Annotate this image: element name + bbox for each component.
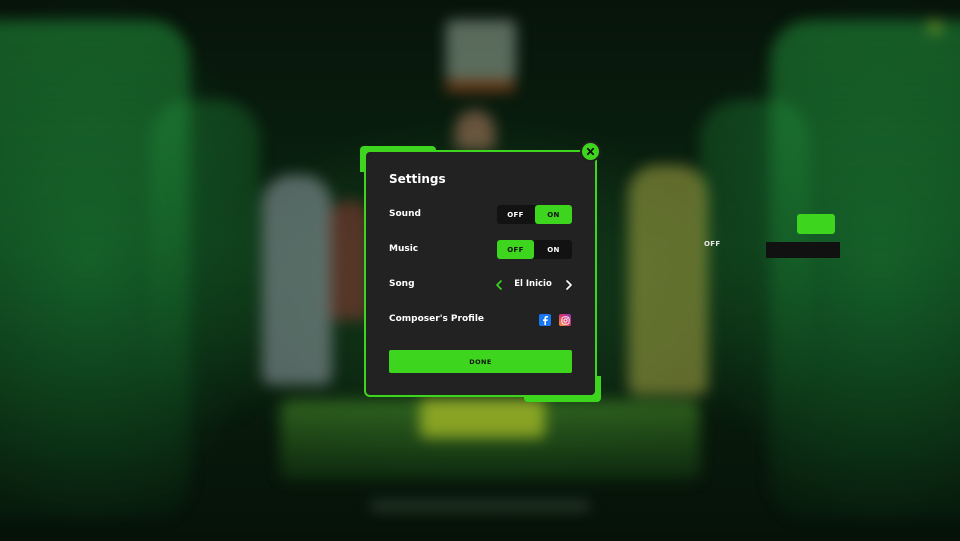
music-toggle[interactable]: OFF ON	[497, 240, 572, 259]
close-icon	[586, 147, 595, 156]
copyright-footer	[370, 502, 590, 510]
chevron-left-icon	[496, 280, 502, 290]
instagram-link[interactable]	[559, 314, 571, 326]
music-off-option[interactable]: OFF	[497, 240, 534, 259]
sound-toggle[interactable]: OFF ON	[497, 205, 572, 224]
right-inner-arch	[700, 100, 810, 420]
dancer-3	[455, 110, 495, 150]
game-stage: OFF Settings Sound OFF ON Music OFF ON S…	[0, 0, 960, 541]
song-label: Song	[389, 279, 415, 289]
stage-speaker	[420, 398, 545, 438]
sound-label: Sound	[389, 209, 421, 219]
background-toggle-track	[766, 242, 840, 258]
song-next-button[interactable]	[563, 279, 575, 291]
close-button[interactable]	[580, 141, 601, 162]
game-logo	[446, 20, 516, 80]
composer-profile-label: Composer's Profile	[389, 314, 485, 324]
instagram-icon	[560, 315, 570, 325]
sound-off-option[interactable]: OFF	[497, 205, 534, 224]
left-inner-arch	[150, 100, 260, 420]
music-on-option[interactable]: ON	[535, 240, 572, 259]
corner-indicator	[928, 20, 942, 34]
dancer-4	[628, 165, 708, 395]
song-name: El Inicio	[514, 279, 552, 289]
background-toggle-off-label: OFF	[704, 240, 721, 248]
dancer-1	[262, 175, 332, 385]
song-prev-button[interactable]	[493, 279, 505, 291]
settings-title: Settings	[389, 172, 446, 186]
game-logo-caption	[445, 80, 515, 92]
music-label: Music	[389, 244, 419, 254]
sound-on-option[interactable]: ON	[535, 205, 572, 224]
done-button[interactable]: DONE	[389, 350, 572, 373]
chevron-right-icon	[566, 280, 572, 290]
facebook-link[interactable]	[539, 314, 551, 326]
facebook-icon	[543, 316, 548, 325]
background-toggle-on	[797, 214, 835, 234]
